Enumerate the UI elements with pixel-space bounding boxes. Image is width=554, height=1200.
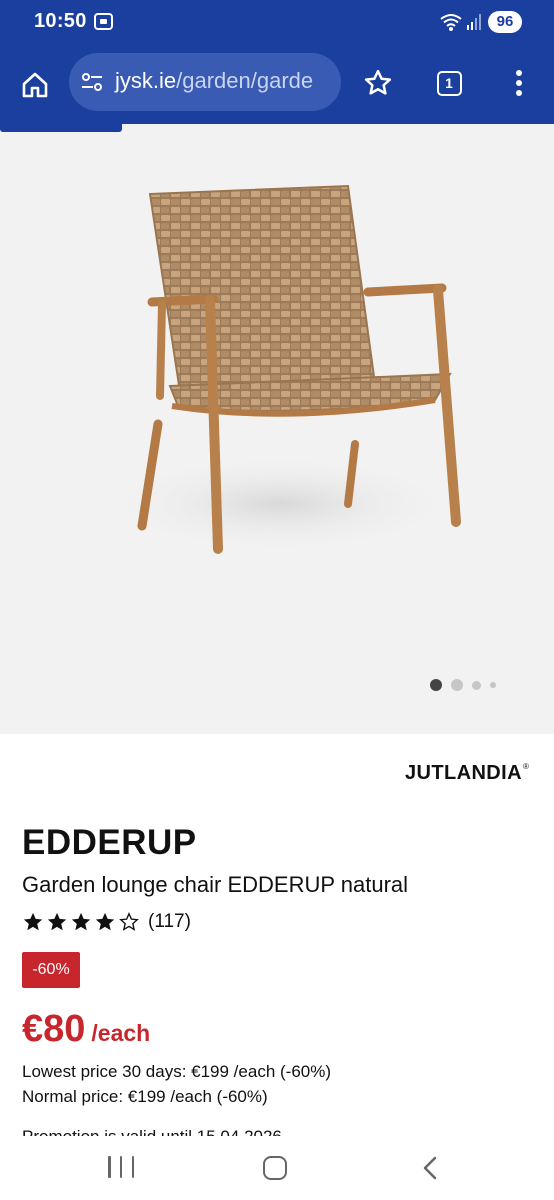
brand-name: JUTLANDIA — [405, 762, 522, 784]
more-vert-icon — [516, 70, 522, 96]
product-title: EDDERUP — [22, 823, 197, 862]
lowest-price-info: Lowest price 30 days: €199 /each (-60%) — [22, 1062, 332, 1081]
url-bar[interactable]: jysk.ie/garden/garde — [69, 53, 341, 111]
browser-toolbar: jysk.ie/garden/garde 1 — [0, 44, 554, 124]
tab-switcher-button[interactable]: 1 — [432, 66, 466, 100]
brand-registered-mark: ® — [522, 762, 530, 771]
system-nav-bar — [0, 1136, 554, 1200]
back-chevron-icon[interactable] — [420, 1156, 440, 1180]
product-description: Garden lounge chair EDDERUP natural — [22, 872, 409, 897]
review-count[interactable]: (117) — [148, 911, 191, 933]
bookmark-button[interactable] — [357, 62, 399, 104]
home-pill-icon[interactable] — [263, 1156, 287, 1180]
carousel-dot[interactable] — [472, 680, 481, 690]
star-outline-icon — [364, 69, 392, 95]
battery-indicator: 96 — [488, 11, 522, 33]
status-bar: 10:50 96 — [0, 0, 554, 44]
url-text: jysk.ie/garden/garde — [115, 68, 313, 94]
product-image-carousel[interactable] — [0, 124, 554, 734]
carousel-dot[interactable] — [490, 682, 496, 688]
price-unit: /each — [91, 1020, 151, 1046]
price-row: €80/each — [22, 1008, 150, 1051]
browser-menu-button[interactable] — [502, 62, 536, 104]
recents-icon[interactable] — [108, 1156, 134, 1180]
carousel-dot[interactable] — [451, 679, 463, 691]
tune-icon[interactable] — [81, 72, 103, 92]
url-path: /garden/garde — [176, 68, 314, 93]
home-icon — [22, 72, 48, 98]
rating-row[interactable]: (117) — [22, 908, 191, 936]
url-domain: jysk.ie — [115, 68, 177, 93]
status-time: 10:50 — [34, 10, 87, 32]
signal-icon — [467, 14, 481, 30]
star-outline-icon — [119, 912, 139, 931]
brand-logo[interactable]: JUTLANDIA® — [405, 762, 529, 785]
screen-record-icon — [94, 13, 113, 30]
tab-count: 1 — [436, 70, 462, 96]
image-label-tab — [0, 124, 122, 132]
promotion-validity-text: Promotion is valid until 15.04.2026 — [22, 1127, 312, 1136]
carousel-dot-active[interactable] — [430, 679, 442, 691]
star-filled-icon — [95, 912, 115, 931]
star-rating — [22, 911, 140, 933]
home-button[interactable] — [14, 64, 56, 106]
carousel-dots[interactable] — [430, 679, 496, 691]
wifi-icon — [440, 14, 462, 31]
star-filled-icon — [47, 912, 67, 931]
star-filled-icon — [23, 912, 43, 931]
promotion-validity: Promotion is valid until 15.04.2026 — [22, 1122, 312, 1136]
current-price: €80 — [22, 1008, 86, 1050]
normal-price-info: Normal price: €199 /each (-60%) — [22, 1087, 268, 1106]
discount-badge: -60% — [22, 952, 80, 988]
star-filled-icon — [71, 912, 91, 931]
product-image[interactable] — [90, 174, 470, 574]
